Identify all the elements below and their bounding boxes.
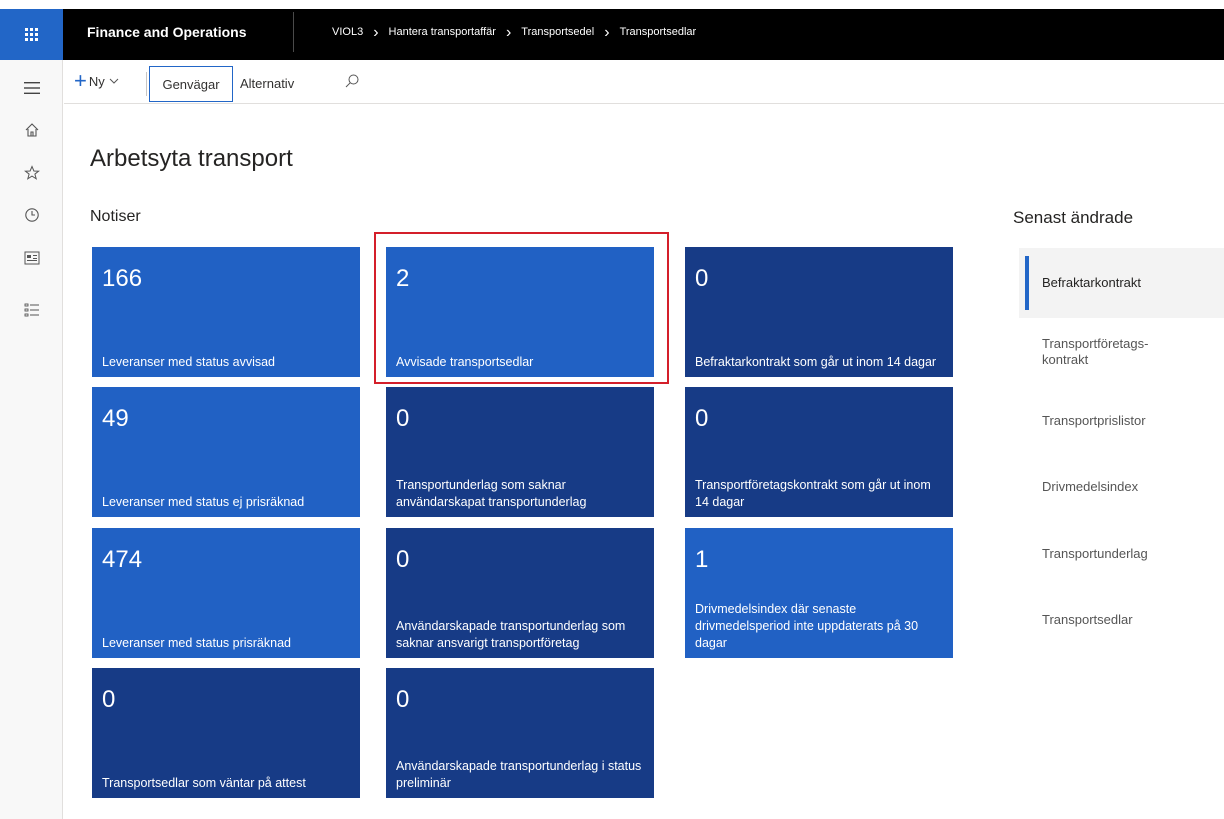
home-icon[interactable] [22, 120, 42, 140]
recent-item-drivmedelsindex[interactable]: Drivmedelsindex [1042, 479, 1192, 495]
clock-icon[interactable] [22, 205, 42, 225]
star-icon[interactable] [22, 163, 42, 183]
tile-befraktarkontrakt[interactable]: 0 Befraktarkontrakt som går ut inom 14 d… [685, 247, 953, 377]
tile-label: Transportföretagskontrakt som går ut ino… [695, 478, 931, 509]
recent-title: Senast ändrade [1013, 208, 1134, 227]
recent-active-indicator [1025, 256, 1029, 310]
breadcrumb-item[interactable]: Hantera transportaffär [389, 26, 496, 38]
top-strip [0, 0, 1224, 9]
tile-count: 0 [695, 405, 709, 432]
tile-count: 166 [102, 265, 143, 292]
tile-label: Drivmedelsindex där senaste drivmedelspe… [695, 602, 919, 650]
breadcrumb-company[interactable]: VIOL3 [332, 26, 363, 38]
chevron-right-icon: › [373, 23, 379, 41]
topbar-divider [293, 12, 294, 52]
tile-leveranser-ej-prisraknad[interactable]: 49 Leveranser med status ej prisräknad [92, 387, 360, 517]
tile-leveranser-avvisad[interactable]: 166 Leveranser med status avvisad [92, 247, 360, 377]
highlight-box [374, 232, 669, 384]
recent-item-transportsedlar[interactable]: Transportsedlar [1042, 612, 1192, 628]
menu-icon[interactable] [22, 78, 42, 98]
tile-transportforetagskontrakt[interactable]: 0 Transportföretagskontrakt som går ut i… [685, 387, 953, 517]
tile-count: 0 [396, 546, 410, 573]
tile-anvandarskapade-saknar-ansvarigt[interactable]: 0 Användarskapade transportunderlag som … [386, 528, 654, 658]
page-title: Arbetsyta transport [90, 145, 293, 172]
chevron-right-icon: › [505, 23, 512, 41]
recent-item-transportunderlag[interactable]: Transportunderlag [1042, 546, 1192, 562]
tile-label: Befraktarkontrakt som går ut inom 14 dag… [695, 355, 937, 369]
tab-alternativ[interactable]: Alternativ [240, 76, 294, 91]
breadcrumb-item[interactable]: Transportsedlar [620, 26, 697, 38]
app-title[interactable]: Finance and Operations [87, 24, 246, 40]
tile-transportunderlag-saknar[interactable]: 0 Transportunderlag som saknar användars… [386, 387, 654, 517]
tile-count: 1 [695, 546, 709, 573]
tile-transportsedlar-attest[interactable]: 0 Transportsedlar som väntar på attest [92, 668, 360, 798]
tile-label: Transportsedlar som väntar på attest [102, 776, 306, 790]
workspace-icon[interactable] [22, 248, 42, 268]
chevron-down-icon [109, 76, 119, 87]
tile-anvandarskapade-preliminar[interactable]: 0 Användarskapade transportunderlag i st… [386, 668, 654, 798]
search-icon[interactable] [344, 73, 360, 89]
tile-drivmedelsindex[interactable]: 1 Drivmedelsindex där senaste drivmedels… [685, 528, 953, 658]
action-separator [146, 72, 147, 96]
tile-label: Leveranser med status avvisad [102, 355, 276, 369]
new-button[interactable]: + Ny [74, 68, 119, 93]
list-icon[interactable] [22, 300, 42, 320]
recent-item-befraktarkontrakt[interactable]: Befraktarkontrakt [1042, 275, 1192, 291]
recent-item-transportforetagskontrakt[interactable]: Transportföretags-kontrakt [1042, 336, 1172, 368]
tile-leveranser-prisraknad[interactable]: 474 Leveranser med status prisräknad [92, 528, 360, 658]
app-launcher-button[interactable] [0, 9, 63, 60]
tile-count: 0 [102, 686, 116, 713]
breadcrumb-item[interactable]: Transportsedel [521, 26, 594, 38]
action-bar: + Ny Genvägar Alternativ [64, 60, 1224, 104]
notices-title: Notiser [90, 208, 141, 225]
tile-count: 0 [396, 405, 410, 432]
tile-label: Transportunderlag som saknar användarska… [396, 478, 587, 509]
tile-label: Leveranser med status prisräknad [102, 636, 291, 650]
tab-genvagar[interactable]: Genvägar [149, 66, 233, 102]
waffle-icon [25, 28, 38, 41]
tile-count: 49 [102, 405, 129, 432]
chevron-right-icon: › [604, 23, 610, 41]
new-label: Ny [88, 73, 105, 89]
left-navigation [0, 60, 63, 819]
plus-icon: + [74, 68, 87, 93]
tile-count: 0 [695, 265, 709, 292]
tile-label: Användarskapade transportunderlag som sa… [396, 619, 626, 650]
tile-count: 474 [102, 546, 143, 573]
tile-label: Användarskapade transportunderlag i stat… [396, 759, 642, 790]
breadcrumb: VIOL3 › Hantera transportaffär › Transpo… [332, 23, 697, 41]
tile-count: 0 [396, 686, 410, 713]
tile-label: Leveranser med status ej prisräknad [102, 495, 305, 509]
recent-item-transportprislistor[interactable]: Transportprislistor [1042, 413, 1192, 429]
